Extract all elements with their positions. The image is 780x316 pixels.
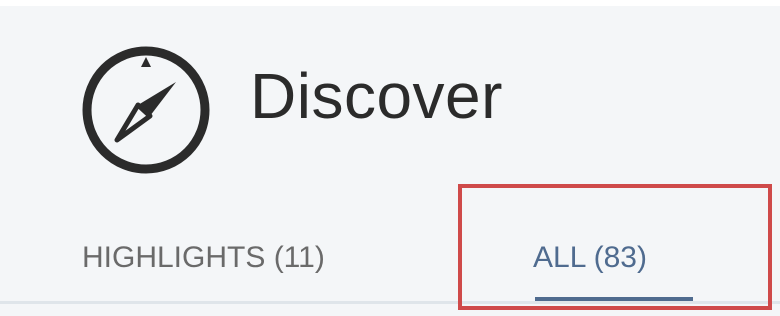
page-title: Discover <box>250 60 503 132</box>
discover-panel: Discover HIGHLIGHTS (11) ALL (83) <box>0 0 780 316</box>
annotation-highlight-box <box>458 184 772 310</box>
top-edge <box>0 0 780 6</box>
compass-icon <box>82 46 210 174</box>
tab-highlights[interactable]: HIGHLIGHTS (11) <box>82 238 325 278</box>
